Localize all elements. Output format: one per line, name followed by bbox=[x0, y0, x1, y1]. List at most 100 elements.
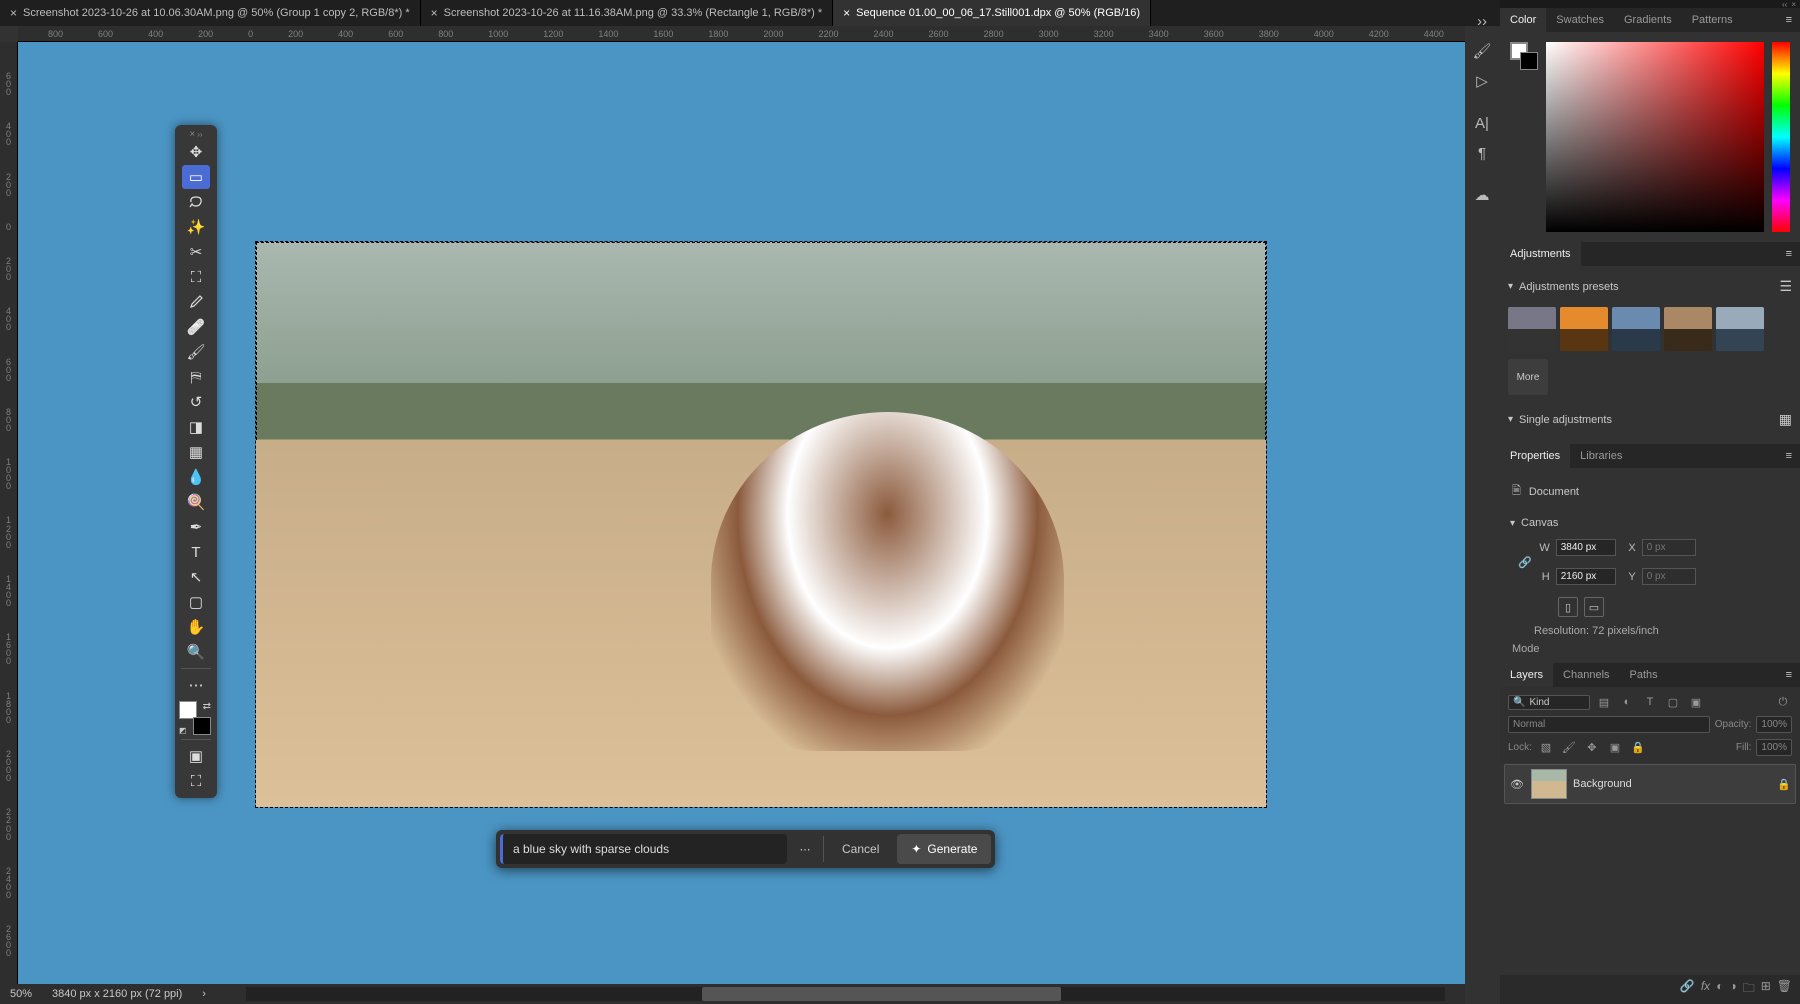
type-tool[interactable]: T bbox=[182, 540, 210, 564]
link-layers-icon[interactable]: 🔗 bbox=[1680, 979, 1695, 1000]
delete-icon[interactable]: 🗑 bbox=[1777, 979, 1792, 1000]
healing-brush-tool[interactable]: 🩹 bbox=[182, 315, 210, 339]
link-icon[interactable]: 🔗 bbox=[1518, 556, 1532, 569]
blur-tool[interactable]: 💧 bbox=[182, 465, 210, 489]
cancel-button[interactable]: Cancel bbox=[828, 834, 893, 864]
tab-gradients[interactable]: Gradients bbox=[1614, 8, 1682, 32]
preset-thumb[interactable] bbox=[1560, 307, 1608, 351]
collapse-icon[interactable]: ›› bbox=[1468, 8, 1496, 34]
scrollbar-horizontal[interactable] bbox=[246, 987, 1445, 1001]
move-tool[interactable]: ✥ bbox=[182, 140, 210, 164]
canvas-section-header[interactable]: ▾ Canvas bbox=[1510, 511, 1790, 535]
eyedropper-tool[interactable] bbox=[182, 290, 210, 314]
tab-swatches[interactable]: Swatches bbox=[1546, 8, 1614, 32]
layer-mask-icon[interactable]: ◐ bbox=[1716, 979, 1723, 1000]
bg-swatch[interactable] bbox=[1520, 52, 1538, 70]
lasso-tool[interactable] bbox=[182, 190, 210, 214]
grid-view-icon[interactable]: ▦ bbox=[1779, 411, 1792, 428]
visibility-icon[interactable]: 👁 bbox=[1509, 778, 1525, 791]
tab-color[interactable]: Color bbox=[1500, 8, 1546, 32]
zoom-tool[interactable]: 🔍 bbox=[182, 640, 210, 664]
tab-paths[interactable]: Paths bbox=[1620, 663, 1668, 687]
generate-button[interactable]: ✦ Generate bbox=[897, 834, 991, 864]
tab-doc-0[interactable]: ×Screenshot 2023-10-26 at 10.06.30AM.png… bbox=[0, 0, 421, 26]
chevron-right-icon[interactable]: › bbox=[202, 988, 206, 1000]
dodge-tool[interactable]: 🍭 bbox=[182, 490, 210, 514]
tab-patterns[interactable]: Patterns bbox=[1682, 8, 1743, 32]
preset-thumb[interactable] bbox=[1716, 307, 1764, 351]
generative-fill-prompt[interactable] bbox=[505, 834, 785, 864]
tab-adjustments[interactable]: Adjustments bbox=[1500, 242, 1581, 266]
path-selection-tool[interactable]: ↖ bbox=[182, 565, 210, 589]
y-input[interactable] bbox=[1642, 568, 1696, 585]
dock-titlebar[interactable]: ‹‹× bbox=[1500, 0, 1800, 8]
adjustments-presets-header[interactable]: ▾ Adjustments presets ☰ bbox=[1508, 272, 1792, 301]
filter-shape-icon[interactable]: ▢ bbox=[1664, 693, 1682, 711]
opacity-input[interactable]: 100% bbox=[1756, 716, 1792, 733]
color-swatches[interactable] bbox=[1510, 42, 1538, 70]
libraries-icon[interactable]: ☁ bbox=[1468, 182, 1496, 208]
hue-slider[interactable] bbox=[1772, 42, 1790, 232]
more-options-icon[interactable]: ⋯ bbox=[791, 834, 819, 864]
filter-type-icon[interactable]: T bbox=[1641, 693, 1659, 711]
panel-menu-icon[interactable]: ≡ bbox=[1778, 663, 1800, 687]
filter-toggle-icon[interactable]: ⏻ bbox=[1774, 693, 1792, 711]
panel-menu-icon[interactable]: ≡ bbox=[1778, 8, 1800, 32]
preset-thumb[interactable] bbox=[1612, 307, 1660, 351]
tab-channels[interactable]: Channels bbox=[1553, 663, 1619, 687]
width-input[interactable] bbox=[1556, 539, 1616, 556]
frame-tool[interactable]: ⛶ bbox=[182, 265, 210, 289]
ruler-horizontal[interactable]: 8006004002000200400600800100012001400160… bbox=[18, 26, 1465, 42]
lock-transparency-icon[interactable]: ▧ bbox=[1537, 738, 1555, 756]
more-tools-icon[interactable]: ⋯ bbox=[182, 673, 210, 697]
close-icon[interactable]: × bbox=[10, 6, 17, 20]
history-brush-tool[interactable]: ↺ bbox=[182, 390, 210, 414]
crop-tool[interactable]: ✂ bbox=[182, 240, 210, 264]
lock-all-icon[interactable]: 🔒 bbox=[1629, 738, 1647, 756]
panel-menu-icon[interactable]: ≡ bbox=[1778, 242, 1800, 266]
scrollbar-thumb[interactable] bbox=[702, 987, 1062, 1001]
filter-adjustment-icon[interactable]: ◐ bbox=[1618, 693, 1636, 711]
lock-artboard-icon[interactable]: ▣ bbox=[1606, 738, 1624, 756]
filter-smart-icon[interactable]: ▣ bbox=[1687, 693, 1705, 711]
lock-icon[interactable]: 🔒 bbox=[1777, 778, 1791, 791]
background-color[interactable] bbox=[193, 717, 211, 735]
x-input[interactable] bbox=[1642, 539, 1696, 556]
panel-menu-icon[interactable]: ≡ bbox=[1778, 444, 1800, 468]
document-dimensions[interactable]: 3840 px x 2160 px (72 ppi) bbox=[52, 988, 182, 1000]
contextual-taskbar[interactable]: ⋯ Cancel ✦ Generate bbox=[496, 830, 995, 868]
foreground-background-swatches[interactable]: ◩ ⇄ bbox=[179, 701, 213, 735]
character-icon[interactable]: A| bbox=[1468, 110, 1496, 136]
layer-name[interactable]: Background bbox=[1573, 778, 1771, 790]
blend-mode-select[interactable]: Normal bbox=[1508, 716, 1710, 733]
quick-mask-tool[interactable]: ▣ bbox=[182, 744, 210, 768]
layer-filter-kind[interactable]: 🔍Kind bbox=[1508, 695, 1590, 710]
marquee-tool[interactable]: ▭ bbox=[182, 165, 210, 189]
ruler-vertical[interactable]: 6004002000200400600800100012001400160018… bbox=[0, 42, 18, 984]
screen-mode-tool[interactable]: ⛶ bbox=[182, 769, 210, 793]
new-layer-icon[interactable]: ⊞ bbox=[1761, 979, 1771, 1000]
color-field[interactable] bbox=[1546, 42, 1764, 232]
more-presets-button[interactable]: More bbox=[1508, 359, 1548, 395]
eraser-tool[interactable]: ◨ bbox=[182, 415, 210, 439]
hand-tool[interactable]: ✋ bbox=[182, 615, 210, 639]
rectangle-tool[interactable]: ▢ bbox=[182, 590, 210, 614]
tab-libraries[interactable]: Libraries bbox=[1570, 444, 1632, 468]
swap-colors-icon[interactable]: ⇄ bbox=[203, 701, 211, 712]
close-icon[interactable]: × bbox=[431, 6, 438, 20]
zoom-level[interactable]: 50% bbox=[10, 988, 32, 1000]
list-view-icon[interactable]: ☰ bbox=[1779, 278, 1792, 295]
layer-thumbnail[interactable] bbox=[1531, 769, 1567, 799]
tab-layers[interactable]: Layers bbox=[1500, 663, 1553, 687]
filter-pixel-icon[interactable]: ▤ bbox=[1595, 693, 1613, 711]
magic-wand-tool[interactable]: ✨ bbox=[182, 215, 210, 239]
pen-tool[interactable]: ✒ bbox=[182, 515, 210, 539]
portrait-icon[interactable]: ▯ bbox=[1558, 597, 1578, 617]
landscape-icon[interactable]: ▭ bbox=[1584, 597, 1604, 617]
play-icon[interactable]: ▷ bbox=[1468, 68, 1496, 94]
preset-thumb[interactable] bbox=[1508, 307, 1556, 351]
default-colors-icon[interactable]: ◩ bbox=[179, 726, 187, 735]
lock-position-icon[interactable]: ✥ bbox=[1583, 738, 1601, 756]
single-adjustments-header[interactable]: ▾ Single adjustments ▦ bbox=[1508, 405, 1792, 434]
tab-doc-1[interactable]: ×Screenshot 2023-10-26 at 11.16.38AM.png… bbox=[421, 0, 833, 26]
